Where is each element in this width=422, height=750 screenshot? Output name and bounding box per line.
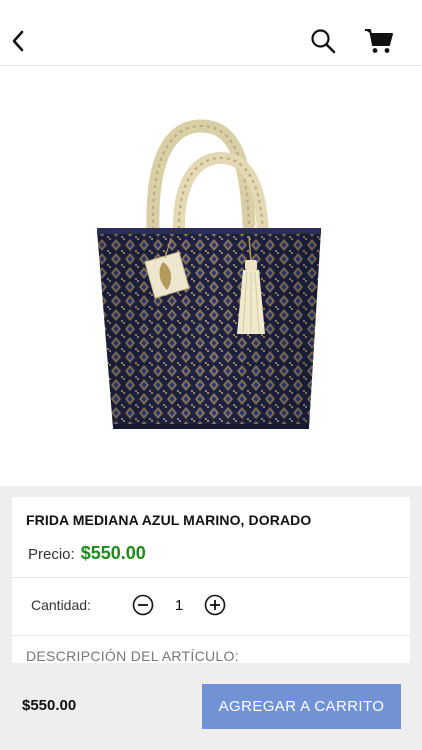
bottom-bar: $550.00 AGREGAR A CARRITO bbox=[0, 664, 422, 750]
divider bbox=[12, 635, 410, 636]
product-details-card: FRIDA MEDIANA AZUL MARINO, DORADO Precio… bbox=[12, 497, 410, 663]
product-image bbox=[0, 67, 422, 486]
description-label: DESCRIPCIÓN DEL ARTÍCULO: bbox=[26, 648, 239, 663]
quantity-row: Cantidad: 1 bbox=[31, 593, 226, 617]
plus-circle-icon bbox=[204, 594, 226, 616]
product-name: FRIDA MEDIANA AZUL MARINO, DORADO bbox=[26, 512, 312, 528]
divider bbox=[12, 577, 410, 578]
chevron-left-icon bbox=[12, 30, 24, 52]
tote-bag-image bbox=[97, 118, 321, 429]
increase-quantity-button[interactable] bbox=[204, 594, 226, 616]
decrease-quantity-button[interactable] bbox=[132, 594, 154, 616]
price-value: $550.00 bbox=[80, 543, 146, 563]
price-row: Precio: $550.00 bbox=[28, 543, 146, 564]
add-to-cart-button[interactable]: AGREGAR A CARRITO bbox=[202, 684, 401, 729]
quantity-label: Cantidad: bbox=[31, 597, 91, 613]
search-button[interactable] bbox=[309, 27, 337, 55]
top-bar bbox=[0, 0, 422, 66]
cart-icon bbox=[365, 29, 393, 53]
total-price: $550.00 bbox=[22, 697, 77, 714]
quantity-value: 1 bbox=[174, 596, 184, 614]
cart-button[interactable] bbox=[364, 27, 394, 55]
search-icon bbox=[311, 29, 336, 54]
minus-circle-icon bbox=[132, 594, 154, 616]
price-label: Precio: bbox=[28, 546, 75, 563]
back-button[interactable] bbox=[6, 26, 30, 56]
